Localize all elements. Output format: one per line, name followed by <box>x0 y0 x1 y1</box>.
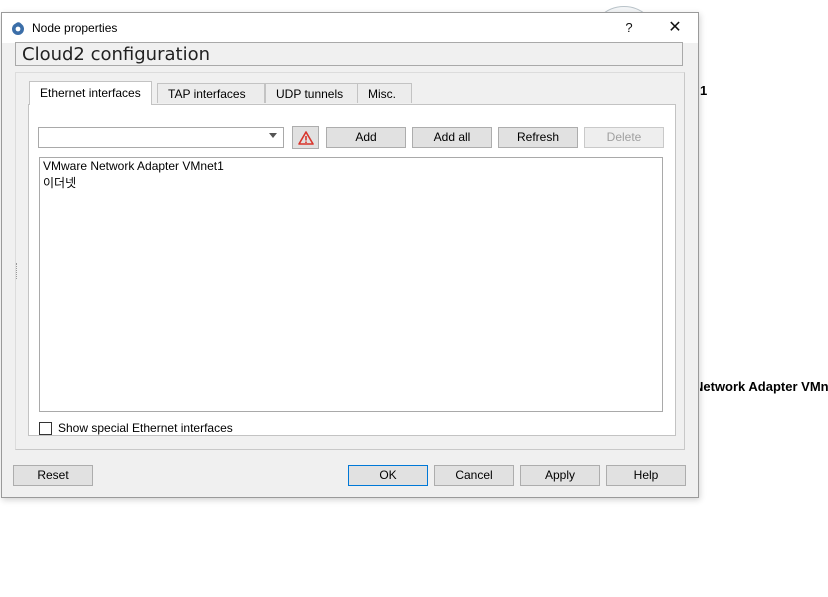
help-icon[interactable]: ? <box>606 13 652 43</box>
close-icon[interactable]: ✕ <box>652 13 698 43</box>
interfaces-list[interactable]: VMware Network Adapter VMnet1 이더넷 <box>39 157 663 412</box>
help-button[interactable]: Help <box>606 465 686 486</box>
delete-button[interactable]: Delete <box>584 127 664 148</box>
title-bar[interactable]: Node properties ? ✕ <box>2 13 698 43</box>
tab-tap-interfaces[interactable]: TAP interfaces <box>157 83 265 103</box>
reset-button[interactable]: Reset <box>13 465 93 486</box>
tab-label: UDP tunnels <box>276 87 344 101</box>
app-icon <box>12 22 24 35</box>
window-title: Node properties <box>32 21 118 35</box>
list-item[interactable]: 이더넷 <box>43 174 76 191</box>
add-button[interactable]: Add <box>326 127 406 148</box>
tab-ethernet-interfaces[interactable]: Ethernet interfaces <box>29 81 152 105</box>
warning-triangle-icon <box>298 131 314 145</box>
background-adapter-label: Network Adapter VMn <box>700 379 828 394</box>
tab-label: TAP interfaces <box>168 87 246 101</box>
tab-label: Ethernet interfaces <box>40 86 141 100</box>
show-special-label[interactable]: Show special Ethernet interfaces <box>58 421 233 435</box>
apply-button[interactable]: Apply <box>520 465 600 486</box>
chevron-down-icon[interactable] <box>269 133 277 138</box>
background-label-fragment: 1 <box>700 83 708 98</box>
refresh-button[interactable]: Refresh <box>498 127 578 148</box>
tab-udp-tunnels[interactable]: UDP tunnels <box>265 83 358 103</box>
interface-combo[interactable] <box>38 127 284 148</box>
add-all-button[interactable]: Add all <box>412 127 492 148</box>
tab-label: Misc. <box>368 87 396 101</box>
tab-misc[interactable]: Misc. <box>357 83 412 103</box>
cancel-button[interactable]: Cancel <box>434 465 514 486</box>
ok-button[interactable]: OK <box>348 465 428 486</box>
page-title: Cloud2 configuration <box>22 44 210 65</box>
list-item[interactable]: VMware Network Adapter VMnet1 <box>43 159 224 173</box>
warning-button[interactable] <box>292 126 319 149</box>
config-header: Cloud2 configuration <box>15 42 683 66</box>
show-special-checkbox[interactable] <box>39 422 52 435</box>
